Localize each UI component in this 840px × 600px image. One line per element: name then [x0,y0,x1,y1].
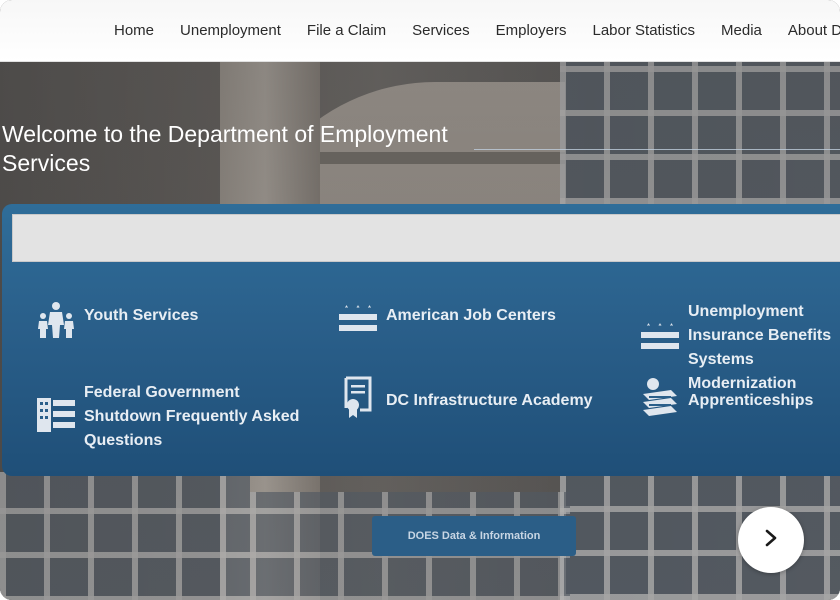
browser-viewport: Home Unemployment File a Claim Services … [0,0,840,600]
nav-employers[interactable]: Employers [496,22,567,39]
nav-labor-statistics[interactable]: Labor Statistics [592,22,695,39]
page-title: Welcome to the Department of Employment … [2,121,448,176]
nav-home[interactable]: Home [114,22,154,39]
quick-link-label: American Job Centers [386,307,556,324]
nav-about-does[interactable]: About DOES [788,22,840,39]
chevron-right-icon [763,528,779,553]
books-apple-icon [638,377,682,417]
nav-services[interactable]: Services [412,22,470,39]
quick-link-label: Federal Government Shutdown Frequently A… [84,384,300,449]
next-slide-button[interactable] [738,507,804,573]
nav-unemployment[interactable]: Unemployment [180,22,281,39]
family-icon [34,300,78,340]
dc-flag-icon [638,318,682,358]
quick-link-federal-shutdown-faq[interactable]: Federal Government Shutdown Frequently A… [34,381,304,453]
quick-link-dc-infrastructure-academy[interactable]: DC Infrastructure Academy [336,376,616,418]
dc-flag-icon [336,300,380,340]
quick-link-label: Apprenticeships [688,392,814,409]
top-navigation: Home Unemployment File a Claim Services … [0,0,840,62]
title-divider [474,149,840,150]
quick-link-american-job-centers[interactable]: American Job Centers [336,300,616,340]
quick-link-label: Youth Services [84,307,199,324]
quick-link-youth-services[interactable]: Youth Services [34,300,294,340]
nav-media[interactable]: Media [721,22,762,39]
search-input[interactable] [12,214,840,262]
quick-link-label: DC Infrastructure Academy [386,392,593,409]
building-flag-icon [34,395,78,435]
quick-link-apprenticeships[interactable]: Apprenticeships [638,377,840,417]
certificate-icon [336,376,380,418]
nav-file-a-claim[interactable]: File a Claim [307,22,386,39]
does-data-information-button[interactable]: DOES Data & Information [372,516,576,556]
quick-links-panel: Youth Services American Job Centers Unem… [2,204,840,476]
